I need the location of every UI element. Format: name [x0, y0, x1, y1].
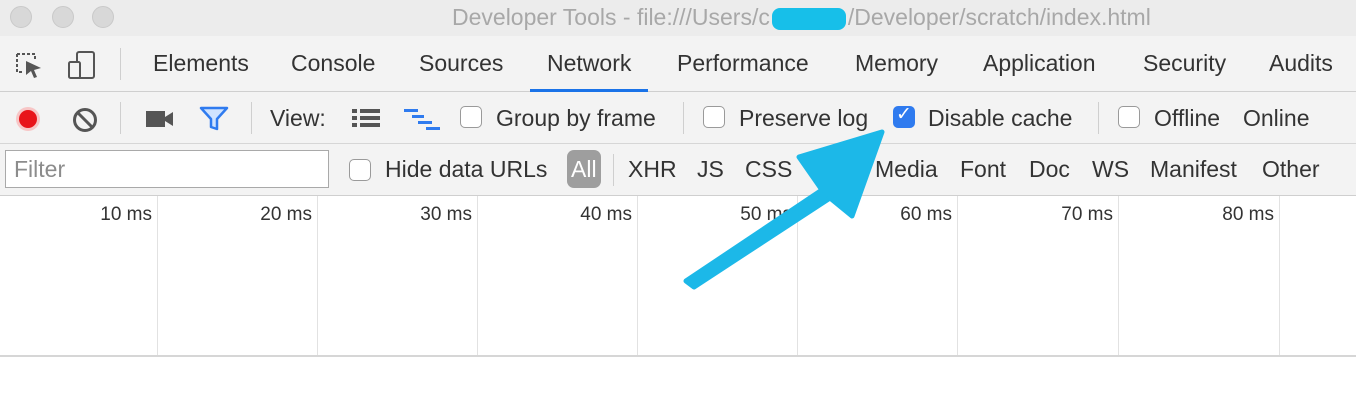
- timeline-gridline: [957, 196, 958, 355]
- timeline-gridline: [317, 196, 318, 355]
- redaction-mark: [771, 7, 846, 30]
- screenshot-camera-icon[interactable]: [145, 108, 175, 135]
- filter-type-other[interactable]: Other: [1258, 150, 1324, 188]
- view-label: View:: [270, 105, 326, 131]
- group-by-frame-checkbox[interactable]: [460, 106, 482, 128]
- filter-bar: Hide data URLs All XHR JS CSS Img Media …: [0, 144, 1356, 196]
- filter-type-ws[interactable]: WS: [1088, 150, 1133, 188]
- tab-elements[interactable]: Elements: [153, 36, 249, 92]
- toolbar-divider: [120, 102, 121, 134]
- close-window-button[interactable]: [10, 6, 32, 28]
- clear-icon[interactable]: [71, 106, 99, 139]
- timeline-tick-label: 50 ms: [740, 204, 792, 225]
- window-title: Developer Tools - file:///Users/c/Develo…: [452, 4, 1151, 31]
- filter-type-all[interactable]: All: [567, 150, 601, 188]
- timeline-gridline: [1118, 196, 1119, 355]
- toolbar-divider: [1098, 102, 1099, 134]
- waterfall-view-icon[interactable]: [403, 107, 441, 136]
- window-titlebar: Developer Tools - file:///Users/c/Develo…: [0, 0, 1356, 37]
- toolbar-divider: [613, 154, 614, 186]
- preserve-log-label[interactable]: Preserve log: [739, 92, 868, 144]
- timeline-tick-label: 80 ms: [1222, 204, 1274, 225]
- timeline-gridline: [1279, 196, 1280, 355]
- offline-label[interactable]: Offline: [1154, 92, 1220, 144]
- timeline-tick-label: 60 ms: [900, 204, 952, 225]
- filter-type-media[interactable]: Media: [871, 150, 942, 188]
- group-by-frame-label[interactable]: Group by frame: [496, 92, 656, 144]
- filter-type-js[interactable]: JS: [693, 150, 728, 188]
- timeline-tick-label: 70 ms: [1061, 204, 1113, 225]
- filter-type-css[interactable]: CSS: [741, 150, 796, 188]
- zoom-window-button[interactable]: [92, 6, 114, 28]
- network-toolbar: View: Group by frame Preserve log Disabl…: [0, 92, 1356, 144]
- minimize-window-button[interactable]: [52, 6, 74, 28]
- tab-network[interactable]: Network: [530, 36, 649, 92]
- panel-tab-bar: Elements Console Sources Network Perform…: [0, 36, 1356, 92]
- tab-console[interactable]: Console: [291, 36, 375, 92]
- toolbar-divider: [683, 102, 684, 134]
- filter-input[interactable]: [5, 150, 329, 188]
- tab-security[interactable]: Security: [1143, 36, 1226, 92]
- toolbar-divider: [120, 48, 121, 80]
- hide-data-urls-checkbox[interactable]: [349, 159, 371, 181]
- disable-cache-checkbox[interactable]: [893, 103, 915, 128]
- filter-icon[interactable]: [199, 106, 229, 137]
- timeline-gridline: [477, 196, 478, 355]
- disable-cache-label[interactable]: Disable cache: [928, 92, 1072, 144]
- filter-type-font[interactable]: Font: [956, 150, 1010, 188]
- tab-application[interactable]: Application: [983, 36, 1096, 92]
- tab-sources[interactable]: Sources: [419, 36, 503, 92]
- list-view-icon[interactable]: [351, 107, 381, 134]
- filter-type-xhr[interactable]: XHR: [624, 150, 681, 188]
- toolbar-divider: [251, 102, 252, 134]
- hide-data-urls-label[interactable]: Hide data URLs: [381, 150, 551, 188]
- tab-audits[interactable]: Audits: [1269, 36, 1333, 92]
- tab-performance[interactable]: Performance: [677, 36, 809, 92]
- inspect-element-icon[interactable]: [14, 51, 44, 84]
- record-icon[interactable]: [14, 105, 42, 138]
- timeline-gridline: [797, 196, 798, 355]
- filter-type-doc[interactable]: Doc: [1025, 150, 1074, 188]
- timeline-gridline: [637, 196, 638, 355]
- tab-memory[interactable]: Memory: [855, 36, 938, 92]
- throttling-select[interactable]: Online: [1243, 92, 1309, 144]
- timeline-tick-label: 40 ms: [580, 204, 632, 225]
- network-overview-timeline[interactable]: 10 ms 20 ms 30 ms 40 ms 50 ms 60 ms 70 m…: [0, 196, 1356, 357]
- timeline-tick-label: 10 ms: [100, 204, 152, 225]
- window-title-prefix: Developer Tools - file:///Users/c: [452, 4, 770, 30]
- preserve-log-checkbox[interactable]: [703, 106, 725, 128]
- filter-type-img[interactable]: Img: [815, 150, 861, 188]
- filter-type-manifest[interactable]: Manifest: [1146, 150, 1241, 188]
- timeline-tick-label: 20 ms: [260, 204, 312, 225]
- timeline-gridline: [157, 196, 158, 355]
- timeline-tick-label: 30 ms: [420, 204, 472, 225]
- device-toolbar-icon[interactable]: [66, 50, 98, 85]
- offline-checkbox[interactable]: [1118, 106, 1140, 128]
- window-title-suffix: /Developer/scratch/index.html: [847, 4, 1151, 30]
